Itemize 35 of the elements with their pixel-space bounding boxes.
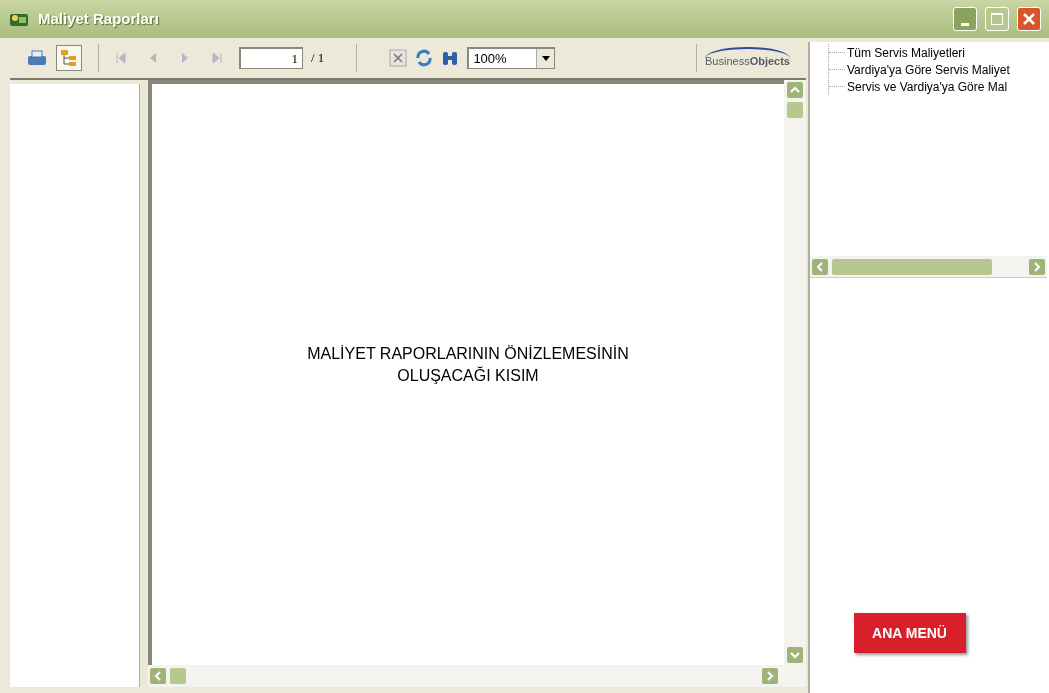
horizontal-scrollbar[interactable] [148,665,806,687]
refresh-icon[interactable] [415,49,434,67]
last-page-icon[interactable] [211,52,223,64]
maximize-button[interactable] [985,7,1009,31]
report-item[interactable]: Tüm Servis Maliyetleri [845,43,966,62]
scroll-left-icon[interactable] [150,668,166,684]
printer-icon[interactable] [26,49,48,67]
minimize-button[interactable] [953,7,977,31]
zoom-dropdown[interactable]: 100% [467,47,556,69]
first-page-icon[interactable] [115,52,127,64]
page-number-field[interactable]: 1 [239,47,303,69]
report-item[interactable]: Vardiya'ya Göre Servis Maliyet [845,60,1010,79]
page-total: / 1 [311,49,325,68]
scroll-thumb[interactable] [170,668,186,684]
vertical-scrollbar[interactable] [784,80,806,665]
scroll-left-icon[interactable] [812,258,828,275]
scroll-up-icon[interactable] [787,82,803,98]
horizontal-scrollbar[interactable] [810,256,1047,278]
scroll-right-icon[interactable] [1029,258,1045,275]
tree-icon [60,49,78,67]
caret-icon [541,56,550,61]
scroll-thumb[interactable] [832,258,992,275]
report-item[interactable]: Servis ve Vardiya'ya Göre Mal [845,77,1008,96]
group-tree-toggle[interactable] [56,45,82,71]
logo-text: BusinessObjects [705,46,790,70]
scroll-right-icon[interactable] [762,668,778,684]
close-button[interactable] [1017,7,1041,31]
close-report-icon[interactable] [389,49,408,67]
window-title: Maliyet Raporları [38,8,159,29]
main-menu-button[interactable]: ANA MENÜ [853,613,966,653]
close-icon [1022,12,1036,26]
preview-text: MALİYET RAPORLARININ ÖNİZLEMESİNİN [307,343,629,364]
preview-text: OLUŞACAĞI KISIM [397,365,539,386]
scroll-down-icon[interactable] [787,647,803,663]
scroll-thumb[interactable] [787,102,803,118]
